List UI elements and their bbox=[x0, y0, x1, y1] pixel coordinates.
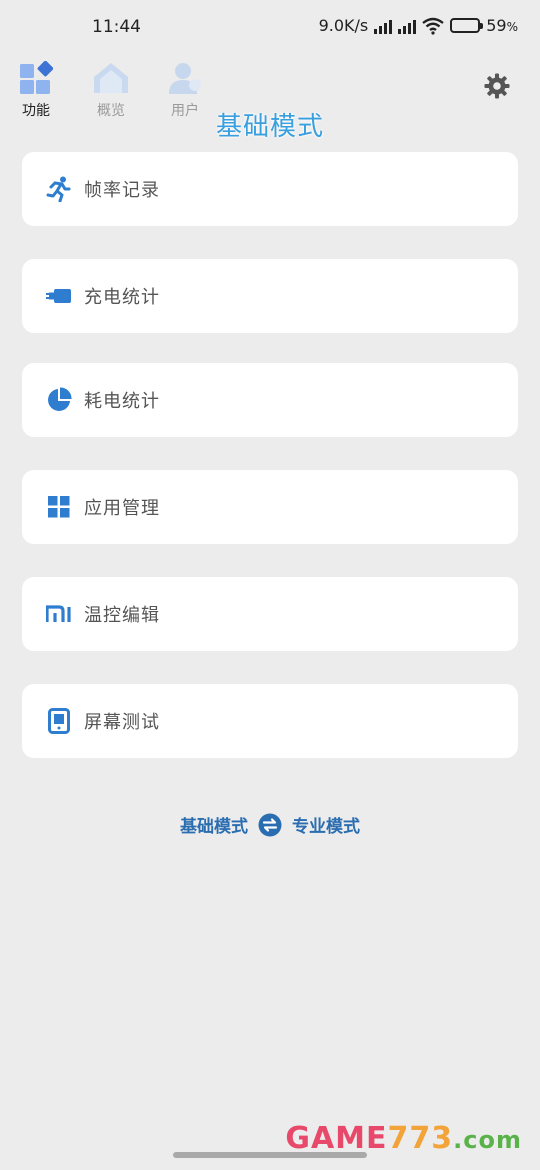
card-thermal-edit-label: 温控编辑 bbox=[84, 605, 160, 626]
mi-logo-icon bbox=[46, 605, 71, 622]
status-bar: 11:44 9.0K/s 59% bbox=[0, 0, 540, 56]
page-title: 基础模式 bbox=[215, 112, 324, 142]
net-speed: 9.0K/s bbox=[318, 16, 369, 35]
card-screen-test-label: 屏幕测试 bbox=[84, 712, 160, 733]
basic-mode-label[interactable]: 基础模式 bbox=[180, 812, 248, 837]
card-charge-stats-label: 充电统计 bbox=[84, 287, 160, 308]
card-charge-stats[interactable]: 充电统计 bbox=[22, 259, 518, 333]
swap-icon[interactable] bbox=[258, 813, 282, 837]
card-thermal-edit[interactable]: 温控编辑 bbox=[22, 577, 518, 651]
signal-icon-1 bbox=[374, 18, 393, 34]
watermark-logo: GAME773.com bbox=[285, 1121, 522, 1156]
phone-screen-icon bbox=[48, 708, 70, 734]
running-person-icon bbox=[46, 176, 71, 202]
status-right: 9.0K/s 59% bbox=[319, 16, 518, 35]
app-grid-icon bbox=[48, 496, 70, 518]
function-grid-icon bbox=[20, 61, 53, 94]
wifi-icon bbox=[422, 17, 444, 35]
user-icon bbox=[169, 63, 201, 94]
mode-switch[interactable]: 基础模式 专业模式 bbox=[0, 812, 540, 837]
battery-percent: 59% bbox=[486, 16, 518, 35]
card-app-manage[interactable]: 应用管理 bbox=[22, 470, 518, 544]
card-power-usage-label: 耗电统计 bbox=[84, 391, 160, 412]
battery-icon bbox=[450, 18, 484, 33]
gear-icon[interactable] bbox=[484, 73, 510, 99]
signal-icon-2 bbox=[398, 18, 417, 34]
overview-home-icon bbox=[94, 63, 128, 93]
charging-plug-icon bbox=[46, 289, 71, 303]
card-fps-record[interactable]: 帧率记录 bbox=[22, 152, 518, 226]
status-time: 11:44 bbox=[92, 17, 141, 37]
card-fps-record-label: 帧率记录 bbox=[84, 180, 160, 201]
pro-mode-label[interactable]: 专业模式 bbox=[292, 812, 360, 837]
card-app-manage-label: 应用管理 bbox=[84, 498, 160, 519]
pie-chart-icon bbox=[48, 387, 72, 411]
card-screen-test[interactable]: 屏幕测试 bbox=[22, 684, 518, 758]
card-power-usage[interactable]: 耗电统计 bbox=[22, 363, 518, 437]
